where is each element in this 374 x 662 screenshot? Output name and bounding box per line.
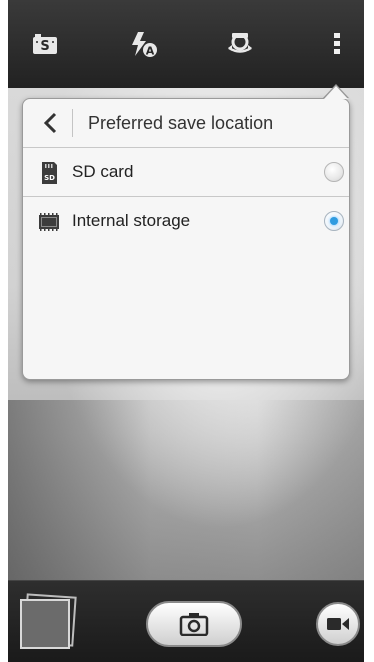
switch-camera-icon <box>228 33 252 53</box>
option-label-sd-card: SD card <box>72 162 134 181</box>
radio-internal-storage[interactable] <box>324 211 344 231</box>
more-options-icon <box>334 33 340 54</box>
popup-header: Preferred save location <box>23 99 349 148</box>
chevron-left-icon <box>43 112 57 134</box>
camera-screen: S A Preferred save location SD SD card I… <box>8 0 364 662</box>
svg-text:S: S <box>40 39 49 54</box>
svg-text:A: A <box>146 45 155 58</box>
svg-text:SD: SD <box>44 174 55 182</box>
save-location-popup: Preferred save location SD SD card Inter… <box>22 98 350 380</box>
camera-shutter-icon <box>179 613 209 636</box>
memory-chip-icon <box>39 213 59 231</box>
popup-pointer <box>324 86 348 99</box>
switch-camera-button[interactable] <box>218 22 262 66</box>
camera-top-bar: S A <box>8 0 364 89</box>
header-divider <box>72 109 73 137</box>
popup-title: Preferred save location <box>88 113 274 133</box>
video-record-button[interactable] <box>316 602 360 646</box>
camera-bottom-bar <box>8 580 364 662</box>
gallery-thumbnail[interactable] <box>20 599 70 649</box>
radio-sd-card[interactable] <box>324 162 344 182</box>
more-options-button[interactable] <box>315 22 359 66</box>
video-record-icon <box>327 618 349 630</box>
shooting-mode-button[interactable]: S <box>23 22 67 66</box>
flash-button[interactable]: A <box>122 22 166 66</box>
sd-card-icon: SD <box>42 162 57 184</box>
flash-auto-icon: A <box>132 32 157 58</box>
option-sd-card[interactable]: SD SD card <box>23 148 349 197</box>
shooting-mode-icon: S <box>33 34 57 54</box>
shutter-button[interactable] <box>146 601 242 647</box>
back-button[interactable] <box>35 107 65 139</box>
option-internal-storage[interactable]: Internal storage <box>23 197 349 245</box>
option-label-internal-storage: Internal storage <box>72 211 191 230</box>
